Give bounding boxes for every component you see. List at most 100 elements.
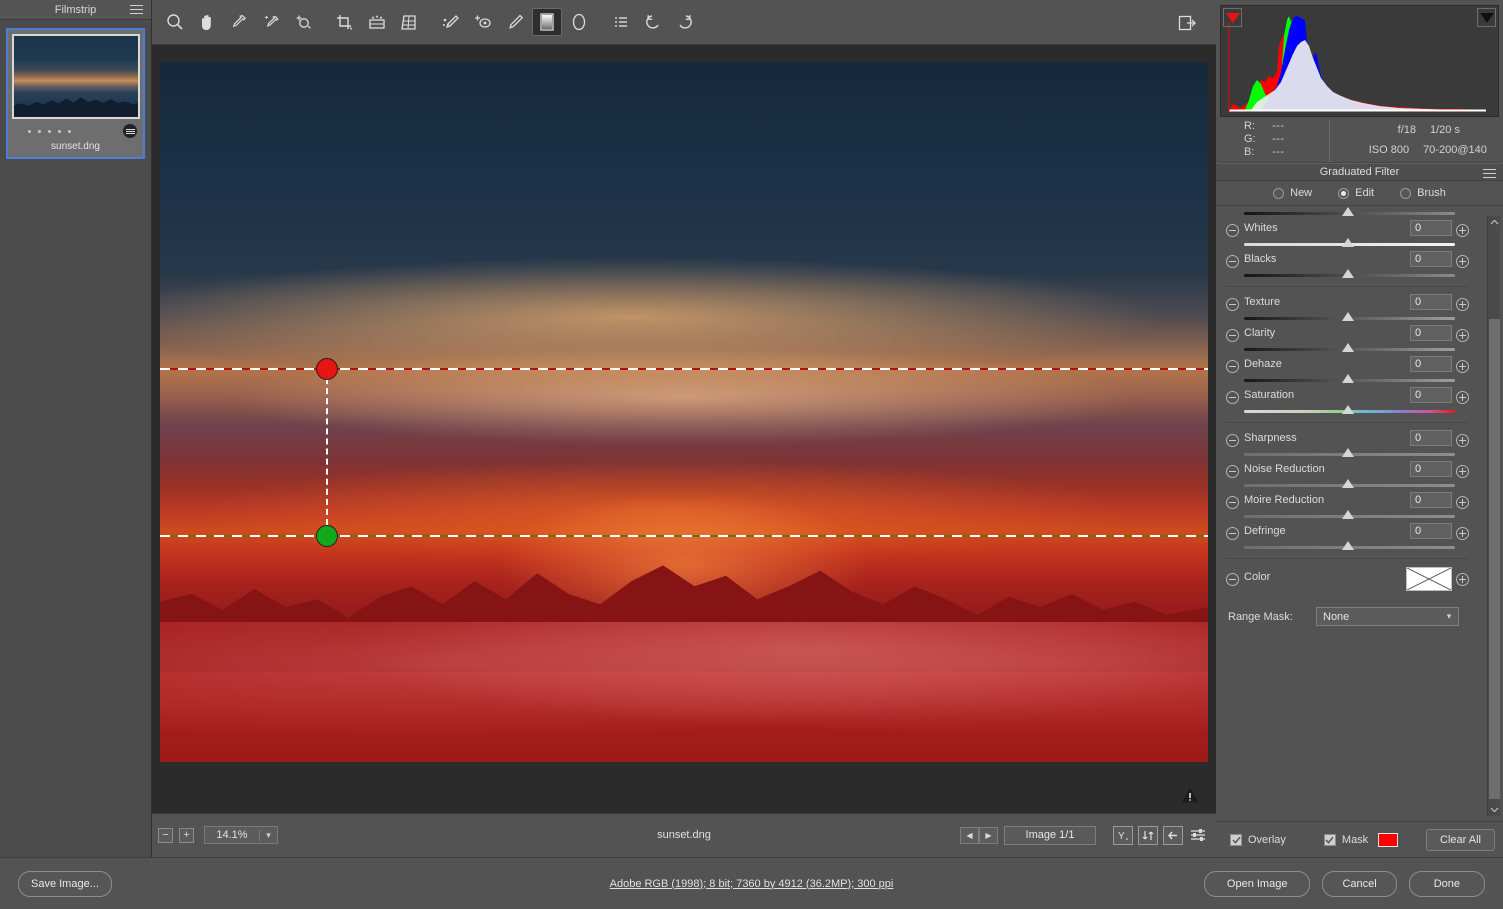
- mask-checkbox[interactable]: Mask: [1323, 833, 1368, 846]
- increase-button[interactable]: [1456, 465, 1469, 478]
- graduated-filter-end-pin[interactable]: [316, 525, 338, 547]
- graduated-filter-stem[interactable]: [326, 368, 328, 535]
- rotate-counterclockwise-icon[interactable]: [638, 8, 668, 36]
- hand-tool[interactable]: [192, 8, 222, 36]
- hamburger-menu-icon[interactable]: [130, 5, 143, 15]
- white-balance-tool[interactable]: [224, 8, 254, 36]
- slider-thumb[interactable]: [1342, 269, 1354, 278]
- swap-before-after-button[interactable]: [1138, 825, 1158, 845]
- slider-thumb[interactable]: [1342, 510, 1354, 519]
- increase-button[interactable]: [1456, 205, 1469, 206]
- increase-button[interactable]: [1456, 298, 1469, 311]
- zoom-out-button[interactable]: −: [158, 827, 173, 843]
- increase-button[interactable]: [1456, 329, 1469, 342]
- slider-value[interactable]: 0: [1410, 294, 1452, 310]
- slider-thumb[interactable]: [1342, 238, 1354, 247]
- no-color-swatch-icon[interactable]: [1406, 567, 1452, 591]
- chevron-up-icon[interactable]: [1488, 216, 1500, 228]
- graduated-filter-tool[interactable]: [532, 8, 562, 36]
- slider-value[interactable]: 0: [1410, 220, 1452, 236]
- slider-value[interactable]: 0: [1410, 325, 1452, 341]
- decrease-button[interactable]: [1226, 573, 1239, 586]
- canvas-area[interactable]: [152, 45, 1216, 813]
- slider-value[interactable]: 0: [1410, 523, 1452, 539]
- decrease-button[interactable]: [1226, 329, 1239, 342]
- radio-edit[interactable]: Edit: [1338, 187, 1374, 199]
- decrease-button[interactable]: [1226, 224, 1239, 237]
- decrease-button[interactable]: [1226, 496, 1239, 509]
- slider-scroll-area[interactable]: Whites 0 Blacks 0 Texture 0 Clarity 0 De…: [1216, 205, 1503, 800]
- chevron-down-icon[interactable]: [1488, 804, 1501, 816]
- slider-row-moire-reduction[interactable]: Moire Reduction 0: [1216, 491, 1478, 522]
- next-arrow-icon[interactable]: ▶: [979, 826, 998, 844]
- panel-scrollbar[interactable]: [1487, 216, 1500, 816]
- zoom-in-button[interactable]: +: [179, 827, 194, 843]
- radio-brush[interactable]: Brush: [1400, 187, 1446, 199]
- range-mask-select[interactable]: None ▾: [1316, 607, 1459, 626]
- preview-image[interactable]: [160, 62, 1208, 762]
- slider-row-defringe[interactable]: Defringe 0: [1216, 522, 1478, 553]
- radial-filter-tool[interactable]: [564, 8, 594, 36]
- decrease-button[interactable]: [1226, 434, 1239, 447]
- increase-button[interactable]: [1456, 496, 1469, 509]
- color-row[interactable]: Color: [1216, 565, 1478, 599]
- slider-thumb[interactable]: [1342, 312, 1354, 321]
- shadow-clipping-indicator[interactable]: [1223, 8, 1242, 27]
- slider-row-saturation[interactable]: Saturation 0: [1216, 386, 1478, 417]
- slider-row-dehaze[interactable]: Dehaze 0: [1216, 355, 1478, 386]
- clear-all-button[interactable]: Clear All: [1426, 828, 1495, 851]
- cancel-button[interactable]: Cancel: [1322, 870, 1397, 897]
- straighten-tool[interactable]: [362, 8, 392, 36]
- transform-tool[interactable]: [394, 8, 424, 36]
- slider-thumb[interactable]: [1342, 343, 1354, 352]
- slider-thumb[interactable]: [1342, 405, 1354, 414]
- panel-menu-icon[interactable]: [1483, 169, 1496, 181]
- increase-button[interactable]: [1456, 255, 1469, 268]
- slider-thumb[interactable]: [1342, 448, 1354, 457]
- slider-thumb[interactable]: [1342, 207, 1354, 216]
- scrollbar-thumb[interactable]: [1489, 319, 1500, 799]
- zoom-tool[interactable]: [160, 8, 190, 36]
- slider-value[interactable]: 0: [1410, 251, 1452, 267]
- before-after-view-button[interactable]: Y: [1113, 825, 1133, 845]
- rotate-clockwise-icon[interactable]: [670, 8, 700, 36]
- increase-button[interactable]: [1456, 391, 1469, 404]
- copy-settings-button[interactable]: [1163, 825, 1183, 845]
- mask-color-swatch[interactable]: [1378, 832, 1399, 847]
- decrease-button[interactable]: [1226, 391, 1239, 404]
- slider-value[interactable]: 0: [1410, 430, 1452, 446]
- decrease-button[interactable]: [1226, 360, 1239, 373]
- overlay-checkbox[interactable]: Overlay: [1230, 833, 1286, 846]
- done-button[interactable]: Done: [1408, 870, 1485, 897]
- radio-new[interactable]: New: [1273, 187, 1312, 199]
- crop-tool[interactable]: [330, 8, 360, 36]
- red-eye-tool[interactable]: [468, 8, 498, 36]
- slider-row-sharpness[interactable]: Sharpness 0: [1216, 429, 1478, 460]
- prev-arrow-icon[interactable]: ◀: [960, 826, 979, 844]
- slider-thumb[interactable]: [1342, 374, 1354, 383]
- slider-value[interactable]: 0: [1410, 492, 1452, 508]
- decrease-button[interactable]: [1226, 527, 1239, 540]
- decrease-button[interactable]: [1226, 255, 1239, 268]
- histogram[interactable]: [1220, 5, 1499, 117]
- slider-value[interactable]: 0: [1410, 387, 1452, 403]
- toggle-fullscreen-icon[interactable]: [1172, 9, 1202, 37]
- adjustment-brush-tool[interactable]: [500, 8, 530, 36]
- slider-thumb[interactable]: [1342, 479, 1354, 488]
- save-image-button[interactable]: Save Image...: [18, 870, 112, 897]
- rating-dots[interactable]: [28, 129, 71, 133]
- open-image-button[interactable]: Open Image: [1203, 870, 1311, 897]
- graduated-filter-start-pin[interactable]: [316, 358, 338, 380]
- list-item[interactable]: sunset.dng: [6, 28, 145, 159]
- preferences-tool[interactable]: [606, 8, 636, 36]
- slider-row-whites[interactable]: Whites 0: [1216, 219, 1478, 250]
- slider-row-blacks[interactable]: Blacks 0: [1216, 250, 1478, 281]
- decrease-button[interactable]: [1226, 205, 1239, 206]
- increase-button[interactable]: [1456, 434, 1469, 447]
- slider-row-partial[interactable]: [1216, 205, 1478, 219]
- increase-button[interactable]: [1456, 360, 1469, 373]
- slider-value[interactable]: 0: [1410, 356, 1452, 372]
- slider-row-noise-reduction[interactable]: Noise Reduction 0: [1216, 460, 1478, 491]
- increase-button[interactable]: [1456, 224, 1469, 237]
- slider-thumb[interactable]: [1342, 541, 1354, 550]
